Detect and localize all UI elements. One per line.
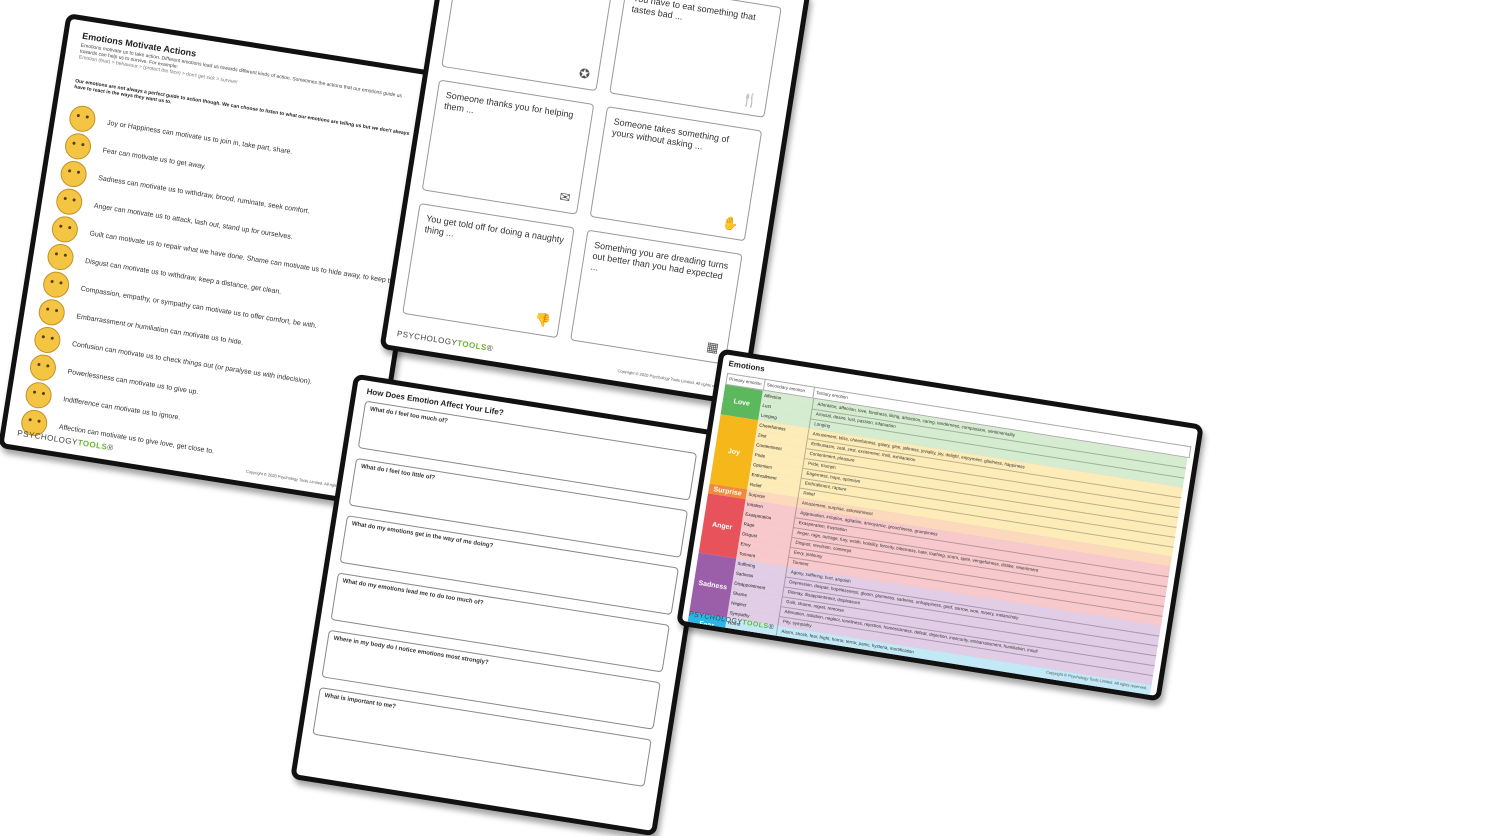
medal-icon: ✪ <box>577 65 592 82</box>
thank-you-card-icon: ✉ <box>558 188 572 206</box>
psychology-tools-logo: PSYCHOLOGYTOOLS® <box>396 329 494 354</box>
scenario-cell[interactable]: Something you are dreading turns out bet… <box>570 229 743 365</box>
question-label: What do my emotions get in the way of me… <box>351 521 494 550</box>
scenario-cell[interactable]: Someone thanks you for helping them ... ✉ <box>421 79 595 215</box>
emotion-affect-life-sheet[interactable]: How Does Emotion Affect Your Life? What … <box>290 373 720 836</box>
emoji-face-icon <box>63 131 93 162</box>
scenario-text: Someone takes something of yours without… <box>611 116 730 152</box>
scenario-text: Someone thanks you for helping them ... <box>443 89 575 120</box>
calendar-icon: ▦ <box>705 338 720 356</box>
scenario-cell[interactable]: ... something important ...✪ <box>441 0 614 92</box>
emoji-face-icon <box>41 269 71 300</box>
scenario-text: You get told off for doing a naughty thi… <box>423 213 565 245</box>
emoji-face-icon <box>58 159 89 189</box>
emoji-face-icon <box>23 380 54 411</box>
scenario-text: You have to eat something that tastes ba… <box>630 0 757 23</box>
copyright-text: Copyright © 2020 Psychology Tools Limite… <box>617 368 729 391</box>
cutlery-icon: 🍴 <box>740 91 759 109</box>
emoji-face-icon <box>67 103 98 134</box>
scenario-text: Something you are dreading turns out bet… <box>590 239 729 282</box>
emoji-face-icon <box>36 297 67 328</box>
scenario-cell[interactable]: You get told off for doing a naughty thi… <box>402 202 575 339</box>
thumbs-down-icon: 👎 <box>533 311 552 329</box>
emoji-face-icon <box>50 214 80 245</box>
hand-icon: ✋ <box>721 214 740 232</box>
scenario-cell[interactable]: Someone takes something of yours without… <box>589 106 763 242</box>
sheet-title: Emotions <box>727 359 766 374</box>
emoji-face-icon <box>54 186 85 217</box>
emotions-wheel-table-sheet[interactable]: Emotions Primary emotion Secondary emoti… <box>676 348 1204 702</box>
scenario-cell[interactable]: You have to eat something that tastes ba… <box>609 0 782 118</box>
sheet-intro: Emotions motivate us to take action. Dif… <box>78 42 403 100</box>
question-label: What is important to me? <box>324 692 397 711</box>
emoji-face-icon <box>28 352 58 383</box>
emoji-face-icon <box>32 325 63 355</box>
emoji-face-icon <box>45 242 76 272</box>
question-label: What do my emotions lead me to do too mu… <box>342 578 484 607</box>
emotion-scenarios-sheet[interactable]: ... something important ...✪ You have to … <box>379 0 811 407</box>
question-label: What do I feel too little of? <box>360 463 436 482</box>
question-label: What do I feel too much of? <box>369 406 449 425</box>
